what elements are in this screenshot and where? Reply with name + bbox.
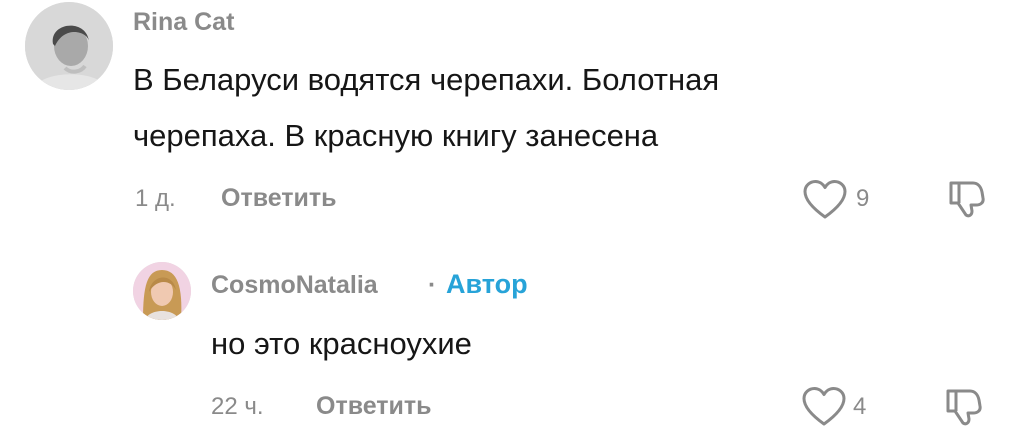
- comment-author-name[interactable]: Rina Cat: [133, 8, 234, 37]
- thumbs-down-outline-icon[interactable]: [945, 178, 989, 218]
- comment-timestamp: 1 д.: [135, 185, 176, 212]
- reply-button[interactable]: Ответить: [316, 392, 432, 421]
- comment-item: Rina Cat В Беларуси водятся черепахи. Бо…: [0, 0, 1024, 230]
- heart-outline-icon[interactable]: [801, 386, 847, 428]
- heart-outline-icon[interactable]: [802, 179, 848, 221]
- comment-timestamp: 22 ч.: [211, 393, 264, 420]
- thumbs-down-outline-icon[interactable]: [942, 386, 986, 426]
- separator-dot: ·: [428, 271, 437, 299]
- comment-reply-item: CosmoNatalia · Автор но это красноухие 2…: [0, 250, 1024, 426]
- like-count: 9: [856, 185, 870, 212]
- comment-author-name[interactable]: CosmoNatalia: [211, 271, 378, 300]
- author-badge: Автор: [446, 269, 528, 299]
- comment-text-line: но это красноухие: [211, 326, 472, 361]
- comment-text-line: В Беларуси водятся черепахи. Болотная: [133, 62, 720, 97]
- avatar[interactable]: [133, 262, 191, 320]
- avatar[interactable]: [25, 2, 113, 90]
- reply-button[interactable]: Ответить: [221, 184, 337, 213]
- comment-text-line: черепаха. В красную книгу занесена: [133, 118, 659, 153]
- like-count: 4: [853, 393, 867, 420]
